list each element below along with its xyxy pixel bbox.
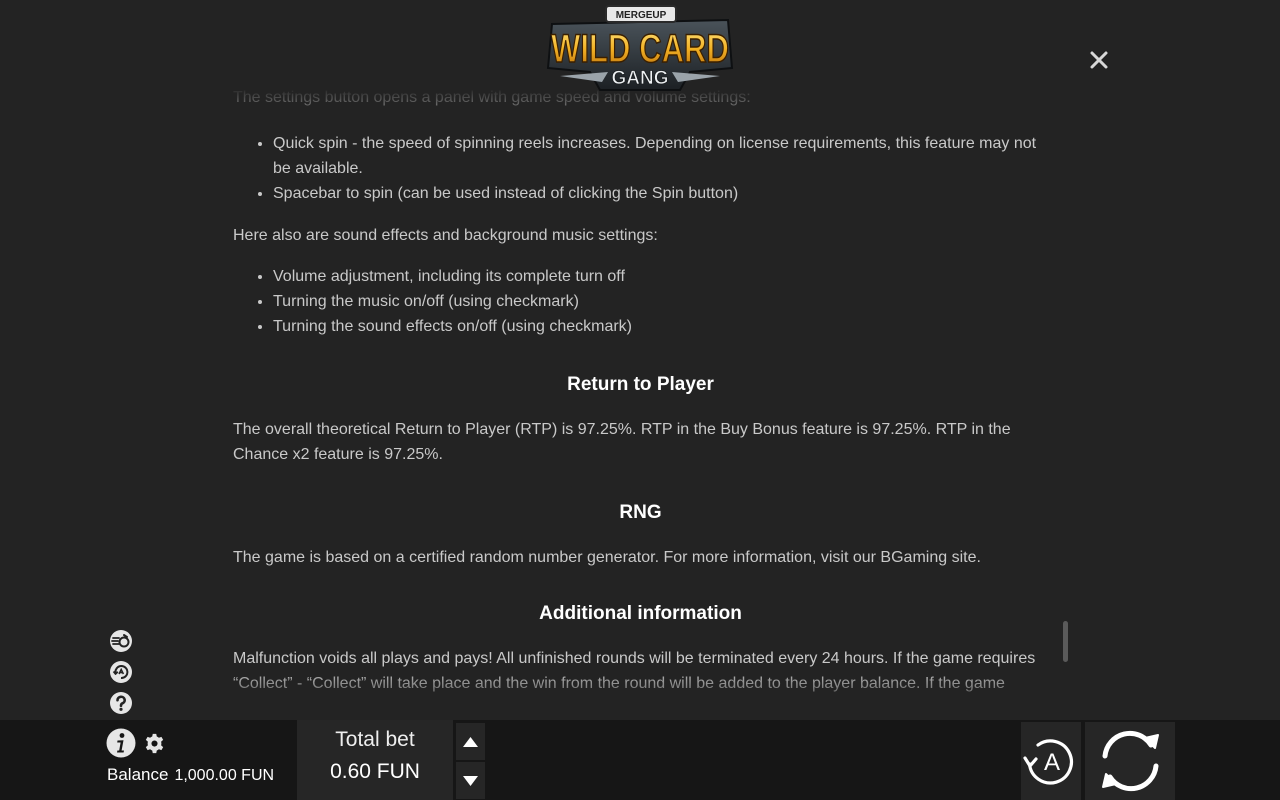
turbo-spin-button[interactable]	[109, 629, 133, 653]
autoplay-settings-icon	[110, 661, 132, 683]
balance-display: Balance 1,000.00 FUN	[107, 765, 274, 785]
logo-brand: MERGEUP	[616, 10, 667, 21]
help-icon	[110, 692, 132, 714]
autoplay-label: A	[1044, 749, 1060, 776]
rng-heading: RNG	[619, 502, 662, 523]
spin-icon	[1102, 730, 1159, 792]
scrollbar-thumb[interactable]	[1063, 621, 1068, 662]
spin-button[interactable]	[1085, 722, 1175, 800]
close-icon	[1090, 51, 1108, 69]
total-bet-label: Total bet	[335, 728, 415, 751]
wild-card-gang-logo-icon: MERGEUP WILD CARD GANG	[546, 5, 734, 91]
help-button[interactable]	[109, 691, 133, 715]
increase-bet-button[interactable]	[456, 723, 485, 760]
list-item: Quick spin - the speed of spinning reels…	[273, 131, 1048, 181]
list-item: Volume adjustment, including its complet…	[273, 264, 1048, 289]
settings-button[interactable]	[144, 733, 165, 754]
total-bet-value: 0.60 FUN	[330, 760, 420, 783]
rules-content: The settings button opens a panel with g…	[233, 85, 1048, 696]
arrow-up-icon	[463, 737, 478, 747]
turbo-spin-icon	[110, 630, 132, 652]
list-item: Turning the music on/off (using checkmar…	[273, 289, 1048, 314]
game-logo: MERGEUP WILD CARD GANG	[540, 2, 740, 98]
balance-label: Balance	[107, 765, 169, 784]
list-item: Spacebar to spin (can be used instead of…	[273, 181, 1048, 206]
info-button[interactable]	[106, 728, 136, 758]
game-rules-screen: The settings button opens a panel with g…	[0, 0, 1280, 800]
logo-title: WILD CARD	[551, 27, 729, 71]
rtp-text: The overall theoretical Return to Player…	[233, 421, 1011, 463]
gear-icon	[145, 733, 164, 754]
logo-subtitle: GANG	[612, 68, 669, 89]
balance-value: 1,000.00 FUN	[174, 767, 275, 784]
arrow-down-icon	[463, 776, 478, 786]
additional-info-heading: Additional information	[539, 603, 742, 624]
speed-settings-list: Quick spin - the speed of spinning reels…	[233, 131, 1048, 206]
info-icon	[106, 728, 136, 758]
sound-settings-list: Volume adjustment, including its complet…	[233, 264, 1048, 339]
rtp-heading: Return to Player	[567, 374, 714, 395]
bottom-control-bar: Balance 1,000.00 FUN Total bet 0.60 FUN A	[0, 720, 1280, 800]
close-button[interactable]	[1086, 47, 1112, 73]
sound-intro: Here also are sound effects and backgrou…	[233, 227, 658, 244]
list-item: Turning the sound effects on/off (using …	[273, 314, 1048, 339]
autoplay-icon: A	[1023, 739, 1073, 785]
decrease-bet-button[interactable]	[456, 762, 485, 799]
rules-viewport[interactable]: The settings button opens a panel with g…	[0, 0, 1280, 720]
rng-text: The game is based on a certified random …	[233, 549, 981, 566]
additional-info-text: Malfunction voids all plays and pays! Al…	[233, 650, 1036, 692]
autoplay-settings-button[interactable]	[109, 660, 133, 684]
autoplay-button[interactable]: A	[1021, 722, 1081, 800]
total-bet-panel: Total bet 0.60 FUN	[297, 720, 453, 800]
